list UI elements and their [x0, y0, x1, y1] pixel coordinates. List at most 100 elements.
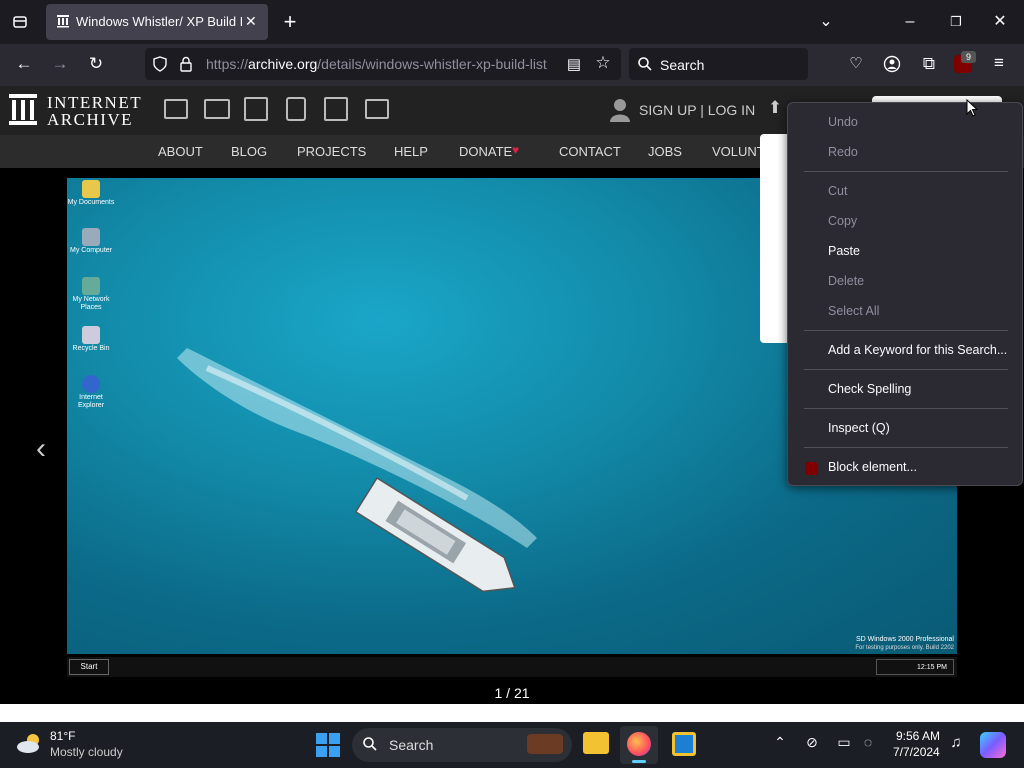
menu-check-spelling[interactable]: Check Spelling: [828, 382, 911, 396]
desktop-icon-my-computer: My Computer: [67, 228, 115, 255]
nav-projects[interactable]: PROJECTS: [297, 144, 366, 159]
search-icon: [637, 56, 653, 77]
nav-blog[interactable]: BLOG: [231, 144, 267, 159]
nav-help[interactable]: HELP: [394, 144, 428, 159]
weather-cloud-icon[interactable]: [16, 732, 44, 759]
notification-bell-icon[interactable]: ♫: [946, 734, 966, 751]
context-menu: Undo Redo Cut Copy Paste Delete Select A…: [787, 102, 1023, 486]
video-icon[interactable]: [244, 97, 268, 121]
extensions-icon[interactable]: ⧉: [918, 54, 940, 74]
menu-undo[interactable]: Undo: [828, 115, 858, 129]
search-bar[interactable]: [629, 48, 808, 80]
pocket-icon[interactable]: ♡: [844, 54, 868, 72]
reload-icon[interactable]: ↻: [82, 54, 110, 74]
menu-copy[interactable]: Copy: [828, 214, 857, 228]
desktop-icon-label: My Network Places: [72, 296, 110, 311]
nav-donate[interactable]: DONATE: [459, 144, 512, 159]
taskbar-date[interactable]: 7/7/2024: [893, 745, 940, 759]
w2k-taskbar: [67, 657, 957, 677]
url-domain: archive.org: [248, 56, 318, 72]
tray-chevron-up-icon[interactable]: ⌃: [770, 734, 790, 751]
back-icon[interactable]: ←: [10, 54, 38, 74]
weather-desc[interactable]: Mostly cloudy: [50, 745, 123, 759]
software-icon[interactable]: [324, 97, 348, 121]
upload-icon[interactable]: ⬆: [764, 98, 786, 118]
shield-icon[interactable]: [152, 56, 168, 77]
taskbar-time[interactable]: 9:56 AM: [896, 729, 940, 743]
nav-volunteer[interactable]: VOLUNT: [712, 144, 765, 159]
desktop-icon-recycle-bin: Recycle Bin: [67, 326, 115, 353]
url-text[interactable]: https://archive.org/details/windows-whis…: [206, 56, 551, 72]
copilot-icon[interactable]: [980, 732, 1006, 758]
account-icon[interactable]: [883, 55, 901, 78]
menu-separator: [804, 330, 1008, 331]
nav-contact[interactable]: CONTACT: [559, 144, 621, 159]
ublock-menu-icon: [805, 462, 818, 475]
menu-redo[interactable]: Redo: [828, 145, 858, 159]
image-pager: 1 / 21: [494, 685, 530, 701]
tab-archive[interactable]: Windows Whistler/ XP Build List ✕: [46, 4, 268, 40]
menu-paste[interactable]: Paste: [828, 244, 860, 258]
desktop-icon-ie: Internet Explorer: [67, 375, 115, 410]
menu-block-element[interactable]: Block element...: [828, 460, 917, 474]
menu-add-keyword[interactable]: Add a Keyword for this Search...: [828, 343, 1007, 357]
desktop-icon-label: Internet Explorer: [77, 394, 105, 409]
search-highlight-icon: [527, 734, 563, 754]
close-window-icon[interactable]: ✕: [986, 0, 1014, 44]
desktop-icon-network: My Network Places: [67, 277, 115, 312]
remote-desktop-icon[interactable]: [672, 732, 696, 756]
chevron-down-icon[interactable]: ⌄: [812, 0, 840, 44]
url-prefix: https://: [206, 56, 249, 72]
search-placeholder: Search: [660, 57, 705, 73]
active-indicator: [632, 760, 646, 763]
w2k-clock: 12:15 PM: [876, 659, 954, 675]
file-explorer-icon[interactable]: [583, 732, 609, 754]
signup-login-link[interactable]: SIGN UP | LOG IN: [639, 102, 755, 118]
menu-separator: [804, 171, 1008, 172]
prev-image-icon[interactable]: ‹: [36, 432, 46, 466]
desktop-icon-label: My Documents: [67, 199, 115, 206]
w2k-start-button: Start: [69, 659, 109, 675]
network-icon[interactable]: ⊘: [802, 734, 822, 751]
ia-logo-line2[interactable]: ARCHIVE: [47, 110, 133, 130]
mouse-cursor-icon: [966, 98, 979, 122]
restore-icon[interactable]: ❐: [942, 0, 970, 44]
close-tab-icon[interactable]: ✕: [245, 13, 257, 30]
tab-list-icon[interactable]: [4, 0, 36, 44]
hamburger-menu-icon[interactable]: ≡: [988, 53, 1010, 73]
lock-icon[interactable]: [179, 56, 193, 77]
firefox-icon: [627, 732, 651, 756]
bookmark-star-icon[interactable]: ☆: [591, 53, 615, 73]
desktop-icon-my-documents: My Documents: [67, 180, 115, 207]
menu-delete[interactable]: Delete: [828, 274, 864, 288]
minimize-icon[interactable]: –: [896, 0, 924, 44]
search-options-dropdown[interactable]: [760, 134, 790, 343]
archive-favicon-icon: [57, 15, 69, 28]
nav-about[interactable]: ABOUT: [158, 144, 203, 159]
nav-jobs[interactable]: JOBS: [648, 144, 682, 159]
menu-separator: [804, 447, 1008, 448]
menu-select-all[interactable]: Select All: [828, 304, 879, 318]
forward-icon[interactable]: →: [46, 54, 74, 74]
user-icon: [610, 98, 630, 127]
audio-icon[interactable]: [286, 97, 306, 121]
images-icon[interactable]: [365, 99, 389, 119]
web-icon[interactable]: [164, 99, 188, 119]
menu-separator: [804, 369, 1008, 370]
texts-icon[interactable]: [204, 99, 230, 119]
volume-icon[interactable]: ◌: [858, 734, 878, 750]
menu-cut[interactable]: Cut: [828, 184, 847, 198]
menu-inspect[interactable]: Inspect (Q): [828, 421, 890, 435]
windows-start-icon[interactable]: [316, 733, 340, 762]
taskbar-search-placeholder: Search: [389, 737, 434, 753]
display-icon[interactable]: ▭: [834, 734, 854, 751]
ia-logo-icon[interactable]: [9, 94, 37, 131]
new-tab-icon[interactable]: +: [276, 0, 304, 44]
url-path: /details/windows-whistler-xp-build-list: [317, 56, 547, 72]
ublock-badge: 9: [961, 51, 976, 63]
reader-view-icon[interactable]: ▤: [563, 55, 585, 73]
weather-temp[interactable]: 81°F: [50, 729, 75, 743]
tab-title: Windows Whistler/ XP Build List: [76, 14, 242, 29]
page-bottom-bar: [0, 704, 1024, 722]
w2k-watermark: SD Windows 2000 Professional: [855, 636, 954, 643]
